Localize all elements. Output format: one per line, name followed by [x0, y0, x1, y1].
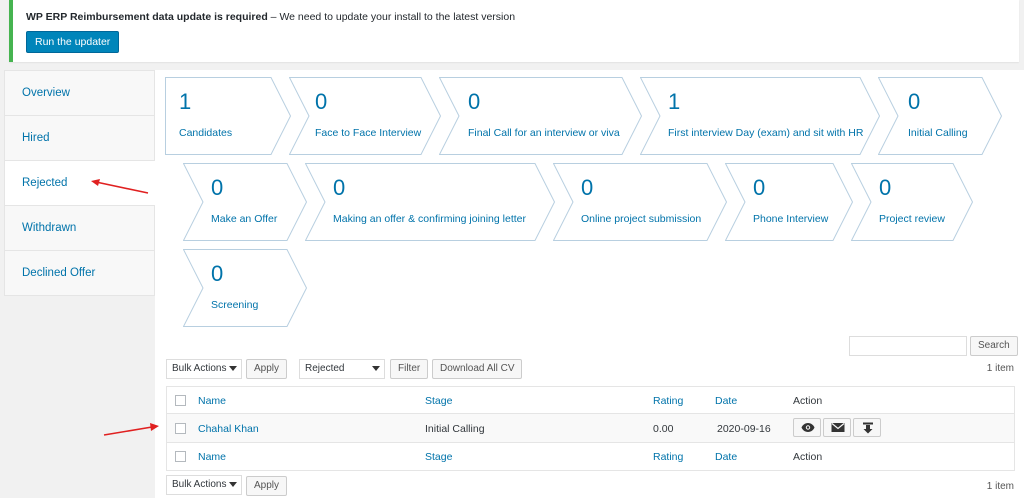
bulk-actions-value: Bulk Actions — [172, 363, 227, 374]
column-header-action: Action — [793, 395, 823, 407]
column-footer-name[interactable]: Name — [198, 451, 226, 463]
stage-label: Phone Interview — [753, 213, 829, 225]
sidebar-item-withdrawn[interactable]: Withdrawn — [5, 206, 154, 251]
column-footer-date[interactable]: Date — [715, 451, 737, 463]
candidate-date: 2020-09-16 — [717, 423, 771, 435]
download-all-cv-button[interactable]: Download All CV — [432, 359, 523, 379]
sidebar-item-declined-offer[interactable]: Declined Offer — [5, 251, 154, 296]
candidate-rating: 0.00 — [653, 423, 674, 435]
stage-count: 0 — [211, 261, 224, 286]
stage-count: 0 — [908, 89, 921, 114]
view-button[interactable] — [793, 418, 821, 437]
stage-face-to-face-interview[interactable]: 0 Face to Face Interview — [289, 77, 441, 155]
run-updater-button[interactable]: Run the updater — [26, 31, 120, 53]
bulk-actions-select-bottom[interactable]: Bulk Actions — [166, 475, 242, 495]
table-footer-row: Name Stage Rating Date Action — [167, 443, 1014, 470]
table-header-row: Name Stage Rating Date Action — [167, 387, 1014, 414]
candidate-stage: Initial Calling — [425, 423, 485, 435]
stage-initial-calling[interactable]: 0 Initial Calling — [878, 77, 1002, 155]
stage-label: Making an offer & confirming joining let… — [333, 213, 526, 225]
stage-label: Face to Face Interview — [315, 127, 422, 139]
candidate-name-link[interactable]: Chahal Khan — [198, 423, 259, 435]
table-row: Chahal Khan Initial Calling 0.00 2020-09… — [167, 414, 1014, 443]
stage-screening[interactable]: 0 Screening — [183, 249, 307, 327]
column-footer-action: Action — [793, 451, 823, 463]
sidebar-item-hired[interactable]: Hired — [5, 116, 154, 161]
stage-count: 1 — [668, 89, 681, 114]
stage-count: 0 — [753, 175, 766, 200]
notice-title: WP ERP Reimbursement data update is requ… — [26, 11, 268, 23]
stage-label: Online project submission — [581, 213, 702, 225]
item-count-bottom: 1 item — [986, 481, 1014, 492]
stage-label: Candidates — [179, 127, 233, 139]
search-input[interactable] — [849, 336, 967, 356]
stage-label: Screening — [211, 299, 259, 311]
search-button[interactable]: Search — [970, 336, 1018, 356]
chevron-down-icon — [229, 482, 237, 487]
stage-online-project-submission[interactable]: 0 Online project submission — [553, 163, 727, 241]
email-button[interactable] — [823, 418, 851, 437]
annotation-arrow-rejected — [91, 179, 149, 194]
column-header-date[interactable]: Date — [715, 395, 737, 407]
stage-count: 0 — [468, 89, 481, 114]
status-filter-value: Rejected — [305, 363, 345, 374]
column-footer-stage[interactable]: Stage — [425, 451, 452, 463]
notice-message: – We need to update your install to the … — [267, 11, 516, 23]
sidebar-item-overview[interactable]: Overview — [5, 71, 154, 116]
stage-final-call[interactable]: 0 Final Call for an interview or viva — [439, 77, 642, 155]
stage-count: 0 — [315, 89, 328, 114]
stage-count: 1 — [179, 89, 192, 114]
stage-label: Make an Offer — [211, 213, 278, 225]
update-notice: WP ERP Reimbursement data update is requ… — [9, 0, 1019, 62]
stage-make-an-offer[interactable]: 0 Make an Offer — [183, 163, 307, 241]
stage-project-review[interactable]: 0 Project review — [851, 163, 973, 241]
status-filter-select[interactable]: Rejected — [299, 359, 385, 379]
annotation-arrow-candidate — [103, 423, 159, 436]
column-footer-rating[interactable]: Rating — [653, 451, 683, 463]
stage-candidates[interactable]: 1 Candidates — [165, 77, 291, 155]
item-count: 1 item — [986, 363, 1014, 374]
candidates-table: Name Stage Rating Date Action Chahal Kha… — [166, 386, 1015, 471]
download-icon — [863, 422, 873, 434]
stage-count: 0 — [211, 175, 224, 200]
download-cv-button[interactable] — [853, 418, 881, 437]
filter-button[interactable]: Filter — [390, 359, 429, 379]
chevron-down-icon — [372, 366, 380, 371]
stage-label: Project review — [879, 213, 945, 225]
bulk-actions-select[interactable]: Bulk Actions — [166, 359, 242, 379]
stage-first-interview-day[interactable]: 1 First interview Day (exam) and sit wit… — [640, 77, 880, 155]
column-header-rating[interactable]: Rating — [653, 395, 683, 407]
apply-button-bottom[interactable]: Apply — [246, 476, 288, 496]
stage-making-an-offer-confirming[interactable]: 0 Making an offer & confirming joining l… — [305, 163, 555, 241]
bulk-actions-value: Bulk Actions — [172, 479, 227, 490]
stage-phone-interview[interactable]: 0 Phone Interview — [725, 163, 853, 241]
stage-count: 0 — [879, 175, 892, 200]
stage-count: 0 — [333, 175, 346, 200]
apply-button[interactable]: Apply — [246, 359, 288, 379]
column-header-name[interactable]: Name — [198, 395, 226, 407]
row-checkbox[interactable] — [175, 423, 186, 434]
notice-text: WP ERP Reimbursement data update is requ… — [26, 11, 515, 23]
main-panel: 1 Candidates 0 Face to Face Interview 0 … — [155, 70, 1024, 498]
select-all-checkbox[interactable] — [175, 395, 186, 406]
stage-label: First interview Day (exam) and sit with … — [668, 127, 864, 139]
eye-icon — [801, 423, 815, 432]
stage-label: Final Call for an interview or viva — [468, 127, 620, 139]
select-all-checkbox-footer[interactable] — [175, 451, 186, 462]
envelope-icon — [831, 423, 845, 432]
stage-count: 0 — [581, 175, 594, 200]
stage-label: Initial Calling — [908, 127, 968, 139]
column-header-stage[interactable]: Stage — [425, 395, 452, 407]
chevron-down-icon — [229, 366, 237, 371]
